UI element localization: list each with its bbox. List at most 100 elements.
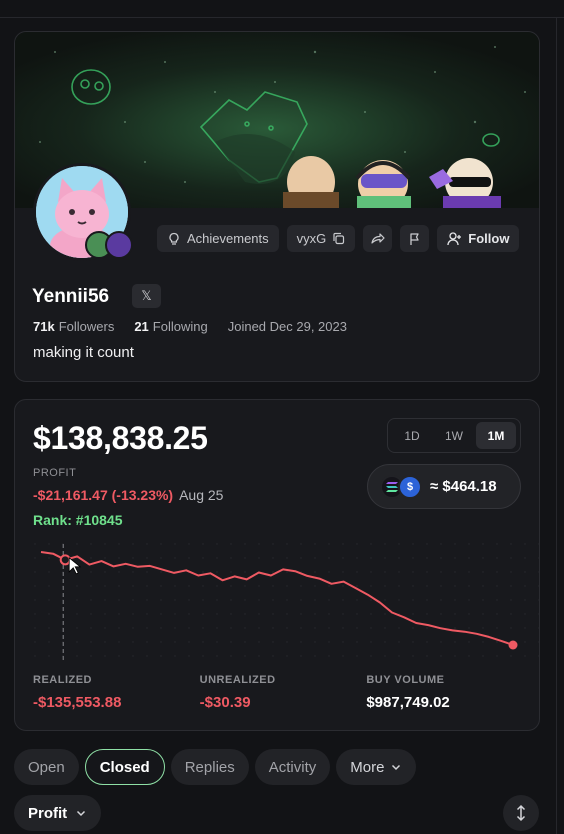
grid-dot (468, 599, 470, 601)
tab-activity[interactable]: Activity (254, 749, 331, 785)
grid-dot (118, 599, 120, 601)
grid-dot (160, 641, 162, 643)
grid-dot (370, 543, 372, 545)
mouse-cursor-icon (68, 556, 82, 575)
grid-dot (370, 627, 372, 629)
grid-dot (384, 641, 386, 643)
grid-dot (468, 613, 470, 615)
copy-referral-button[interactable]: vyxG (286, 225, 356, 252)
grid-dot (342, 655, 344, 657)
grid-dot (412, 585, 414, 587)
grid-dot (48, 585, 50, 587)
grid-dot (510, 655, 512, 657)
grid-dot (524, 599, 526, 601)
grid-dot (356, 641, 358, 643)
grid-dot (132, 557, 134, 559)
sol-balance-pill[interactable]: $ ≈ $464.18 (367, 464, 521, 509)
grid-dot (356, 613, 358, 615)
tab-open[interactable]: Open (14, 749, 79, 785)
grid-dot (202, 627, 204, 629)
balance-value: $138,838.25 (33, 420, 208, 456)
followers-count[interactable]: 71k (33, 319, 55, 334)
grid-dot (34, 641, 36, 643)
grid-dot (258, 641, 260, 643)
grid-dot (426, 543, 428, 545)
rank: Rank: #10845 (33, 512, 123, 528)
grid-dot (342, 571, 344, 573)
grid-dot (160, 655, 162, 657)
grid-dot (90, 543, 92, 545)
grid-dot (188, 655, 190, 657)
grid-dot (104, 641, 106, 643)
grid-dot (384, 627, 386, 629)
grid-dot (202, 557, 204, 559)
grid-dot (202, 585, 204, 587)
grid-dot (426, 599, 428, 601)
grid-dot (468, 557, 470, 559)
grid-dot (104, 613, 106, 615)
grid-dot (482, 571, 484, 573)
tab-replies[interactable]: Replies (170, 749, 249, 785)
grid-dot (468, 543, 470, 545)
following-label[interactable]: Following (153, 319, 208, 334)
grid-dot (468, 571, 470, 573)
grid-dot (258, 613, 260, 615)
following-count[interactable]: 21 (134, 319, 148, 334)
pnl-chart[interactable] (15, 536, 540, 661)
grid-dot (118, 543, 120, 545)
grid-dot (440, 641, 442, 643)
followers-label[interactable]: Followers (59, 319, 115, 334)
grid-dot (160, 613, 162, 615)
grid-dot (286, 655, 288, 657)
grid-dot (482, 557, 484, 559)
timeframe-1w[interactable]: 1W (434, 422, 474, 449)
grid-dot (132, 585, 134, 587)
grid-dot (146, 641, 148, 643)
grid-dot (48, 613, 50, 615)
sort-order-button[interactable] (503, 795, 539, 831)
grid-dot (286, 571, 288, 573)
grid-dot (328, 613, 330, 615)
grid-dot (454, 557, 456, 559)
timeframe-1m[interactable]: 1M (476, 422, 516, 449)
share-button[interactable] (363, 225, 393, 252)
grid-dot (146, 599, 148, 601)
achievements-button[interactable]: Achievements (157, 225, 279, 252)
grid-dot (328, 585, 330, 587)
grid-dot (342, 627, 344, 629)
grid-dot (146, 543, 148, 545)
usd-coin-icon: $ (398, 474, 422, 499)
follow-button[interactable]: Follow (437, 225, 520, 252)
x-link-button[interactable]: 𝕏 (132, 284, 161, 308)
grid-dot (342, 557, 344, 559)
grid-dot (230, 627, 232, 629)
grid-dot (510, 585, 512, 587)
report-button[interactable] (400, 225, 430, 252)
grid-dot (314, 571, 316, 573)
grid-dot (132, 655, 134, 657)
sort-dropdown[interactable]: Profit (14, 795, 102, 831)
grid-dot (216, 655, 218, 657)
tab-closed[interactable]: Closed (84, 749, 165, 785)
grid-dot (104, 655, 106, 657)
grid-dot (48, 641, 50, 643)
coins: $ (380, 474, 422, 499)
realized-value: -$135,553.88 (33, 694, 122, 711)
grid-dot (454, 641, 456, 643)
grid-dot (300, 585, 302, 587)
grid-dot (440, 599, 442, 601)
grid-dot (286, 613, 288, 615)
grid-dot (216, 543, 218, 545)
grid-dot (34, 627, 36, 629)
timeframe-1d[interactable]: 1D (392, 422, 432, 449)
grid-dot (300, 557, 302, 559)
grid-dot (48, 543, 50, 545)
top-bar (0, 0, 564, 18)
grid-dot (244, 571, 246, 573)
grid-dot (174, 641, 176, 643)
grid-dot (244, 557, 246, 559)
grid-dot (370, 655, 372, 657)
profile-actions: Achievements vyxG Follow (157, 225, 520, 252)
grid-dot (482, 613, 484, 615)
tab-more[interactable]: More (336, 749, 417, 785)
